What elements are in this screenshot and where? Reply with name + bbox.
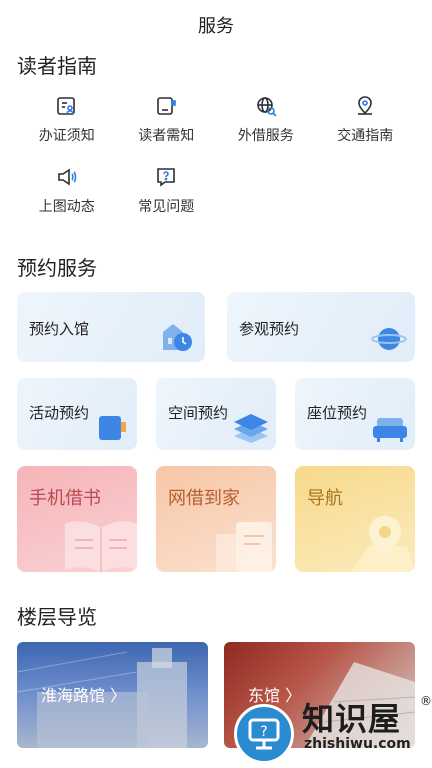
watermark: ? 知识屋 ® zhishiwu.com — [234, 690, 432, 768]
location-pin-icon — [358, 96, 373, 115]
page-title: 服务 — [198, 16, 234, 37]
online-borrow-card[interactable]: 网借到家 — [156, 466, 276, 572]
visit-reserve-label: 参观预约 — [239, 320, 300, 338]
space-reserve-card[interactable]: 空间预约 — [156, 378, 276, 450]
books-icon — [216, 522, 272, 572]
planet-icon — [371, 328, 407, 350]
notebook-icon — [157, 97, 177, 115]
building-clock-icon — [163, 324, 192, 351]
reservation-section-title: 预约服务 — [17, 256, 97, 280]
guide-item-label: 外借服务 — [237, 128, 294, 144]
huaihai-branch-card[interactable]: 淮海路馆 〉 — [17, 642, 208, 748]
guide-item-lending[interactable]: 外借服务 — [216, 94, 316, 145]
guide-item-reader-notice[interactable]: 读者需知 — [117, 94, 217, 145]
reserve-entry-card[interactable]: 预约入馆 — [17, 292, 205, 362]
map-pin-icon — [351, 516, 415, 572]
calendar-icon — [99, 416, 126, 440]
reserve-entry-label: 预约入馆 — [29, 320, 90, 338]
guide-item-label: 交通指南 — [337, 128, 394, 144]
seat-reserve-label: 座位预约 — [307, 404, 368, 422]
speaker-icon — [57, 168, 77, 186]
watermark-text: 知识屋 — [302, 700, 402, 738]
globe-search-icon — [256, 97, 277, 117]
header: 服务 — [0, 0, 432, 50]
guide-item-label: 办证须知 — [38, 128, 95, 144]
navigation-label: 导航 — [307, 488, 343, 509]
guide-item-traffic[interactable]: 交通指南 — [316, 94, 416, 145]
guide-item-label: 上图动态 — [38, 199, 95, 215]
id-card-icon — [56, 97, 75, 115]
floors-section-title: 楼层导览 — [17, 605, 97, 629]
sofa-icon — [373, 418, 407, 442]
watermark-logo-icon: ? — [234, 704, 294, 764]
mobile-borrow-card[interactable]: 手机借书 — [17, 466, 137, 572]
guide-item-card-notice[interactable]: 办证须知 — [17, 94, 117, 145]
watermark-registered: ® — [420, 694, 432, 708]
question-icon — [157, 168, 176, 187]
guide-item-news[interactable]: 上图动态 — [17, 165, 117, 216]
mobile-borrow-label: 手机借书 — [29, 488, 101, 509]
visit-reserve-card[interactable]: 参观预约 — [227, 292, 415, 362]
online-borrow-label: 网借到家 — [168, 488, 240, 509]
guide-section-title: 读者指南 — [17, 54, 97, 78]
navigation-card[interactable]: 导航 — [295, 466, 415, 572]
watermark-url: zhishiwu.com — [304, 736, 411, 752]
seat-reserve-card[interactable]: 座位预约 — [295, 378, 415, 450]
guide-item-label: 常见问题 — [138, 199, 195, 215]
svg-text:?: ? — [260, 724, 267, 740]
open-book-icon — [65, 521, 137, 572]
activity-reserve-card[interactable]: 活动预约 — [17, 378, 137, 450]
activity-reserve-label: 活动预约 — [29, 404, 90, 422]
layers-icon — [234, 414, 268, 443]
space-reserve-label: 空间预约 — [168, 404, 229, 422]
guide-item-label: 读者需知 — [138, 128, 195, 144]
guide-item-faq[interactable]: 常见问题 — [117, 165, 217, 216]
guide-grid: 办证须知 读者需知 外借服务 交通指南 上图动态 常见问题 — [17, 94, 415, 216]
huaihai-branch-label: 淮海路馆 〉 — [41, 686, 127, 705]
